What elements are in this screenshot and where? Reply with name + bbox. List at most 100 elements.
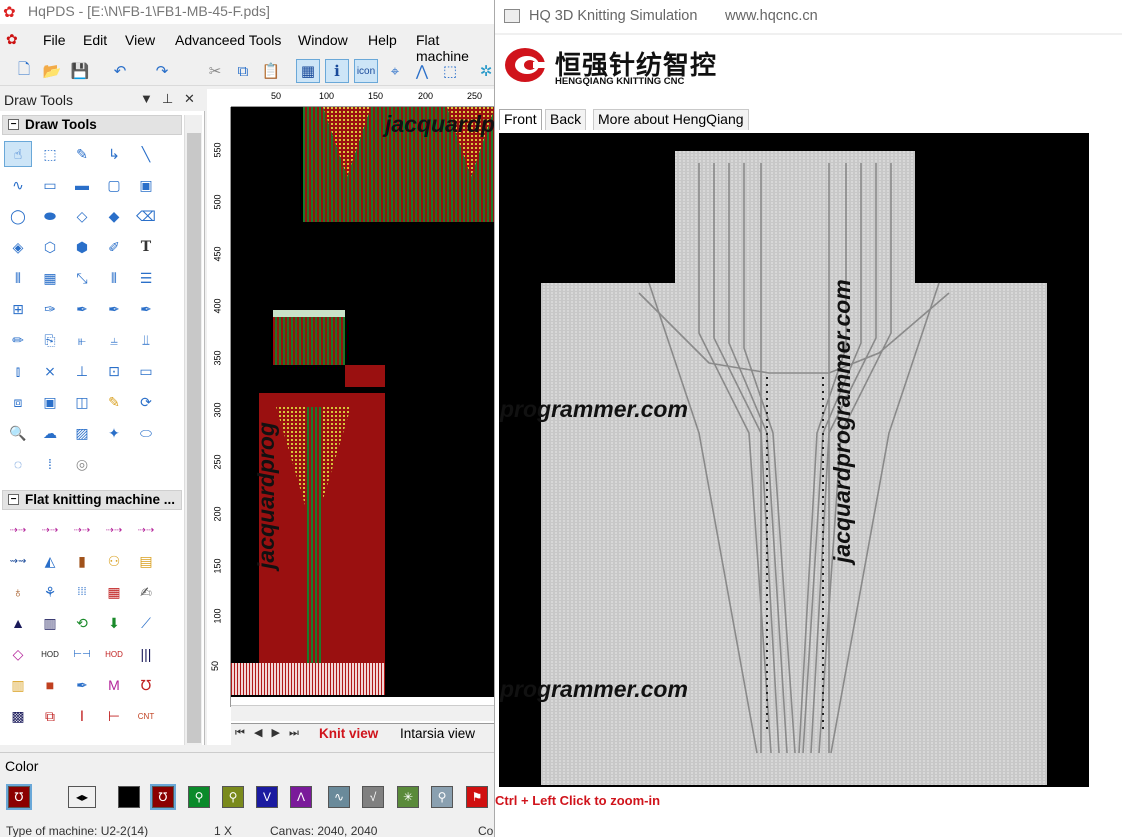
monitor-icon[interactable]: ▭: [132, 358, 160, 384]
current-color-swatch[interactable]: ℧: [6, 784, 32, 810]
horizontal-mirror-icon[interactable]: ☰: [132, 265, 160, 291]
book-icon[interactable]: ▥: [36, 610, 64, 636]
tab-more-about[interactable]: More about HengQiang: [593, 109, 749, 130]
shapes-icon[interactable]: ⧉: [36, 703, 64, 729]
eyedropper-icon[interactable]: ✐: [100, 234, 128, 260]
transfer-right-icon[interactable]: ⇢⇢: [4, 517, 32, 543]
hod-icon[interactable]: HOD: [36, 641, 64, 667]
ruler-icon[interactable]: ✎: [100, 389, 128, 415]
hod-red-icon[interactable]: HOD: [100, 641, 128, 667]
yarn-icon[interactable]: ◭: [36, 548, 64, 574]
split-icon[interactable]: ⊢: [100, 703, 128, 729]
pane-scrollbar[interactable]: [184, 115, 202, 745]
copy-icon[interactable]: ⧉: [231, 59, 255, 83]
brush-alt-icon[interactable]: ✒: [68, 296, 96, 322]
eraser-icon[interactable]: ⌫: [132, 203, 160, 229]
pencil-icon[interactable]: ✎: [68, 141, 96, 167]
picture-icon[interactable]: ▣: [36, 389, 64, 415]
tab-back[interactable]: Back: [545, 109, 587, 130]
pen-blue-icon[interactable]: ✒: [68, 672, 96, 698]
filled-ellipse-icon[interactable]: ⬬: [36, 203, 64, 229]
color-swatch[interactable]: ⚲: [188, 786, 210, 808]
group-flat-knitting[interactable]: − Flat knitting machine ...: [2, 490, 182, 510]
magic-wand-icon[interactable]: ✦: [100, 420, 128, 446]
m-icon[interactable]: M: [100, 672, 128, 698]
refresh-icon[interactable]: ⟳: [132, 389, 160, 415]
diagonal-icon[interactable]: ⤡: [68, 265, 96, 291]
cnt-icon[interactable]: CNT: [132, 703, 160, 729]
filled-diamond-icon[interactable]: ◆: [100, 203, 128, 229]
red-grid-icon[interactable]: ▦: [100, 579, 128, 605]
knot-icon[interactable]: ℧: [132, 672, 160, 698]
bar-chart-icon[interactable]: ⫾: [4, 358, 32, 384]
brush-b-icon[interactable]: ✒: [100, 296, 128, 322]
color-swatch[interactable]: ⚑: [466, 786, 488, 808]
target-icon[interactable]: ◎: [68, 451, 96, 477]
tree-icon[interactable]: ⊥: [68, 358, 96, 384]
line-icon[interactable]: ╲: [132, 141, 160, 167]
matrix-icon[interactable]: ⁞: [36, 451, 64, 477]
yarn-carrier-icon[interactable]: ▮: [68, 548, 96, 574]
ellipse-icon[interactable]: ◯: [4, 203, 32, 229]
undo-icon[interactable]: ↶: [108, 59, 132, 83]
color-swatch[interactable]: [118, 786, 140, 808]
paste-icon[interactable]: 📋: [259, 59, 283, 83]
brush-icon[interactable]: ✑: [36, 296, 64, 322]
frame-icon[interactable]: ⊡: [100, 358, 128, 384]
transfer-left-icon[interactable]: ⇢⇢: [36, 517, 64, 543]
hand-tool-icon[interactable]: ☝: [4, 141, 32, 167]
info-icon[interactable]: ℹ: [325, 59, 349, 83]
menu-advanced-tools[interactable]: Advanceed Tools: [175, 32, 281, 48]
down-arrow-icon[interactable]: ⬇: [100, 610, 128, 636]
crosshair-icon[interactable]: ⌖: [383, 59, 407, 83]
diamond-outline-icon[interactable]: ◇: [4, 641, 32, 667]
tab-nav-icons[interactable]: ⏮ ◀ ▶ ⏭: [235, 726, 302, 740]
filled-hexagon-icon[interactable]: ⬢: [68, 234, 96, 260]
tab-front[interactable]: Front: [499, 109, 542, 130]
open-folder-icon[interactable]: 📂: [40, 59, 64, 83]
pen-icon[interactable]: ✏: [4, 327, 32, 353]
brush-c-icon[interactable]: ✒: [132, 296, 160, 322]
menu-edit[interactable]: Edit: [83, 32, 107, 48]
bars-icon[interactable]: |||: [132, 641, 160, 667]
close-icon[interactable]: ✕: [184, 91, 195, 107]
redo-icon[interactable]: ↷: [150, 59, 174, 83]
rect-select-icon[interactable]: ⬚: [36, 141, 64, 167]
tab-intarsia-view[interactable]: Intarsia view: [400, 726, 475, 741]
menu-view[interactable]: View: [125, 32, 155, 48]
align-left-icon[interactable]: ⫦: [68, 327, 96, 353]
icon-mode-icon[interactable]: icon: [354, 59, 378, 83]
triangle-icon[interactable]: ▲: [4, 610, 32, 636]
cross-pattern-icon[interactable]: ⨯: [36, 358, 64, 384]
i-beam-icon[interactable]: Ⅰ: [68, 703, 96, 729]
pane-menu-icon[interactable]: ▼: [140, 91, 153, 106]
color-swatch[interactable]: ⚲: [431, 786, 453, 808]
collapse-icon[interactable]: −: [8, 119, 19, 130]
filled-rect-icon[interactable]: ▬: [68, 172, 96, 198]
color-swatch[interactable]: ⚲: [222, 786, 244, 808]
round-rect-icon[interactable]: ▢: [100, 172, 128, 198]
text-tool-icon[interactable]: T: [132, 234, 160, 260]
fill-bucket-icon[interactable]: ▨: [68, 420, 96, 446]
grid-pattern-icon[interactable]: ▦: [36, 265, 64, 291]
dots-icon[interactable]: ⁞⁞⁞: [68, 579, 96, 605]
cut-icon[interactable]: ✂: [203, 59, 227, 83]
group-draw-tools[interactable]: − Draw Tools: [2, 115, 182, 135]
new-file-icon[interactable]: 🗋: [12, 59, 36, 83]
filled-round-rect-icon[interactable]: ▣: [132, 172, 160, 198]
polyline-icon[interactable]: ↳: [100, 141, 128, 167]
pin-icon[interactable]: ⊥: [162, 91, 173, 107]
palette-scroll-icon[interactable]: ◂▸: [68, 786, 96, 808]
copy-pattern-icon[interactable]: ⊞: [4, 296, 32, 322]
scroll-thumb[interactable]: [187, 133, 201, 743]
menu-file[interactable]: File: [43, 32, 66, 48]
color-swatch[interactable]: ✳: [397, 786, 419, 808]
hexagon-icon[interactable]: ⬡: [36, 234, 64, 260]
cup-icon[interactable]: ♁: [4, 579, 32, 605]
knit-icon[interactable]: ⋀: [410, 59, 434, 83]
lasso-icon[interactable]: ◌: [4, 451, 32, 477]
collapse-icon[interactable]: −: [8, 494, 19, 505]
edit-doc-icon[interactable]: ✍: [132, 579, 160, 605]
bracket-icon[interactable]: ⧈: [4, 389, 32, 415]
paste-pattern-icon[interactable]: ⎘: [36, 327, 64, 353]
